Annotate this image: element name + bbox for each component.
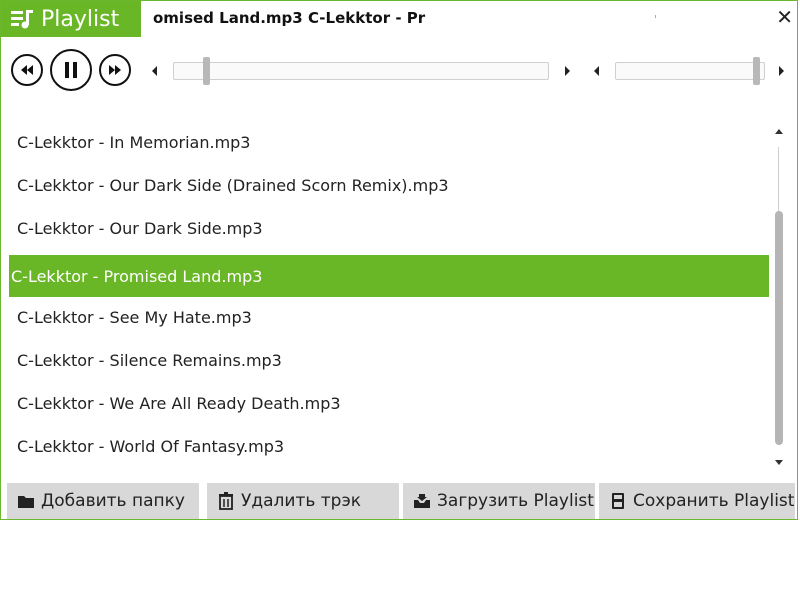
volume-up-arrow-icon[interactable]: [779, 66, 784, 76]
save-playlist-label: Сохранить Playlist: [633, 491, 795, 511]
bottom-toolbar: Добавить папку Удалить трэк Загрузить Pl…: [7, 483, 795, 519]
playlist-row[interactable]: C-Lekktor - See My Hate.mp3: [9, 296, 769, 338]
playlist-row-label: C-Lekktor - Promised Land.mp3: [11, 266, 263, 286]
pause-button[interactable]: [50, 49, 92, 91]
save-icon: [609, 492, 627, 510]
playlist-row-label: C-Lekktor - In Memorian.mp3: [17, 132, 251, 152]
pause-icon: [65, 62, 77, 78]
playlist-row[interactable]: C-Lekktor - Silence Remains.mp3: [9, 339, 769, 381]
seek-slider[interactable]: [173, 57, 549, 85]
fast-forward-button[interactable]: [99, 54, 131, 86]
playlist-row-label: C-Lekktor - We Are All Ready Death.mp3: [17, 393, 341, 413]
load-playlist-button[interactable]: Загрузить Playlist: [403, 483, 595, 519]
volume-down-arrow-icon[interactable]: [594, 66, 599, 76]
seek-back-arrow-icon[interactable]: [152, 66, 157, 76]
playlist-row[interactable]: C-Lekktor - Our Dark Side.mp3: [9, 207, 769, 249]
delete-track-label: Удалить трэк: [241, 491, 362, 511]
playlist-row[interactable]: C-Lekktor - In Memorian.mp3: [9, 121, 769, 163]
now-playing-title: omised Land.mp3 C-Lekktor - Pr: [153, 9, 426, 27]
rewind-button[interactable]: [11, 54, 43, 86]
playlist-row[interactable]: C-Lekktor - Our Dark Side (Drained Scorn…: [9, 164, 769, 206]
save-playlist-button[interactable]: Сохранить Playlist: [599, 483, 795, 519]
playlist-icon: [9, 7, 35, 31]
add-folder-label: Добавить папку: [41, 491, 185, 511]
close-icon[interactable]: ✕: [776, 5, 793, 29]
title-divider: [655, 15, 656, 18]
rewind-icon: [21, 65, 33, 75]
delete-track-button[interactable]: Удалить трэк: [207, 483, 399, 519]
playlist-row-label: C-Lekktor - Silence Remains.mp3: [17, 350, 282, 370]
playlist-row-label: C-Lekktor - See My Hate.mp3: [17, 307, 252, 327]
playlist-row-label: C-Lekktor - Our Dark Side.mp3: [17, 218, 263, 238]
tab-playlist[interactable]: Playlist: [1, 1, 141, 37]
load-icon: [413, 492, 431, 510]
scroll-down-icon[interactable]: [775, 460, 783, 465]
scroll-up-icon[interactable]: [775, 129, 783, 134]
playlist-row-label: C-Lekktor - Our Dark Side (Drained Scorn…: [17, 175, 449, 195]
add-folder-button[interactable]: Добавить папку: [7, 483, 199, 519]
scrollbar-track: [778, 147, 779, 217]
playlist-row[interactable]: C-Lekktor - World Of Fantasy.mp3: [9, 425, 769, 467]
playlist-row[interactable]: C-Lekktor - Promised Land.mp3: [9, 255, 769, 297]
seek-forward-arrow-icon[interactable]: [565, 66, 570, 76]
tab-label: Playlist: [41, 6, 120, 32]
fast-forward-icon: [109, 65, 121, 75]
playlist-row-label: C-Lekktor - World Of Fantasy.mp3: [17, 436, 285, 456]
seek-slider-thumb[interactable]: [203, 57, 210, 85]
playlist-row[interactable]: C-Lekktor - We Are All Ready Death.mp3: [9, 382, 769, 424]
volume-slider-thumb[interactable]: [753, 57, 760, 85]
folder-icon: [17, 492, 35, 510]
load-playlist-label: Загрузить Playlist: [437, 491, 594, 511]
player-controls: [1, 49, 799, 93]
title-bar: Playlist omised Land.mp3 C-Lekktor - Pr …: [1, 1, 799, 37]
playlist-scrollbar[interactable]: [773, 125, 785, 469]
scrollbar-thumb[interactable]: [775, 211, 783, 445]
trash-icon: [217, 492, 235, 510]
playlist-list: C-Lekktor - In Memorian.mp3 C-Lekktor - O…: [9, 121, 771, 473]
volume-slider[interactable]: [615, 57, 765, 85]
player-window: Playlist omised Land.mp3 C-Lekktor - Pr …: [0, 0, 798, 520]
